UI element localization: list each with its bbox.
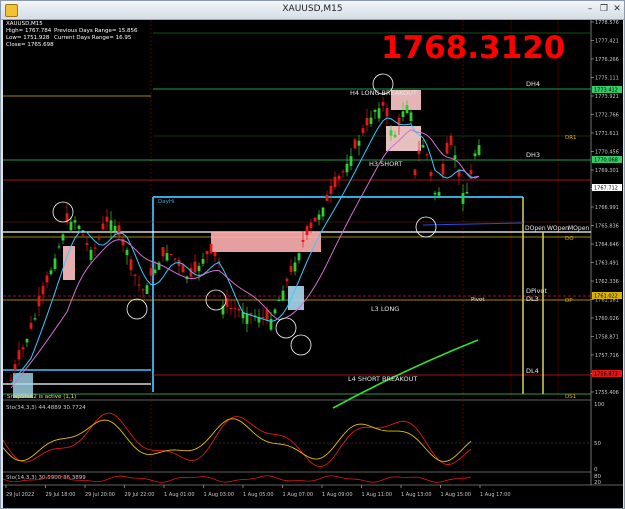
price-scale-tick: 1763.491 [595,261,619,267]
h4-label: H4 LONG BREAKOUT [350,89,417,97]
dpivot-label: DPivot [526,287,547,295]
dl3-label: DL3 [526,295,539,303]
time-axis-tick: 1 Aug 17:00 [480,492,511,498]
price-scale-tick: 1766.991 [595,205,619,211]
wopen-label: WOpen [547,225,569,232]
price-scale-tick: 1762.336 [595,279,619,285]
price-scale-tick: 1760.026 [595,316,619,322]
time-axis-tick: 29 Jul 22:00 [125,492,155,498]
price-chart[interactable]: H4 LONG BREAKOUT H3 SHORT L3 LONG L4 SHO… [3,20,623,508]
price-scale-tick: 1772.766 [595,113,619,119]
price-scale-tick: 1776.266 [595,57,619,63]
stoch2-level-20: 20 [594,480,601,486]
price-scale-tick: 1773.921 [595,94,619,100]
stoch1-level-50: 50 [594,441,601,447]
big-price-readout: 1768.3120 [381,30,565,66]
time-axis-tick: 1 Aug 15:00 [441,492,472,498]
info-prev-range: Previous Days Range= 15.856 [54,28,138,34]
window-title: XAUUSD,M15 [282,4,343,14]
time-axis-tick: 1 Aug 09:00 [322,492,353,498]
close-icon[interactable]: ✕ [611,4,623,15]
restore-icon[interactable]: ❐ [598,4,610,15]
dl4-label: DL4 [526,367,539,375]
price-scale[interactable]: 1778.576 1777.421 1776.266 1775.111 1773.921… [591,20,619,396]
pivot-label: Pivot [471,297,485,303]
time-axis-tick: 1 Aug 13:00 [401,492,432,498]
current-price-tag: 1767.712 [594,186,618,192]
price-scale-tick: 1758.871 [595,335,619,341]
dh4-price-tag: 1773.412 [594,88,618,94]
time-axis-tick: 1 Aug 03:00 [204,492,235,498]
minimize-icon[interactable]: – [584,4,596,15]
stoch1-level-100: 100 [594,402,605,408]
dh3-label: DH3 [526,151,540,159]
price-scale-tick: 1757.716 [595,353,619,359]
time-axis-tick: 29 Jul 2022 [6,492,34,498]
info-symbol: XAUUSD,M15 [6,21,43,27]
price-scale-tick: 1769.301 [595,168,619,174]
do-label: DO [565,236,574,242]
dr1-label: DR1 [565,135,577,141]
terminal-window: XAUUSD,M15 – ❐ ✕ H4 LONG BREAKOUT H3 SHO… [0,0,625,509]
stoch1-title: Sto(34,3,3) 44.4889 30.7724 [6,405,86,411]
dp-label: DP [565,298,573,304]
ds1-label: DS1 [565,394,576,400]
time-axis-tick: 1 Aug 05:00 [243,492,274,498]
info-curr-range: Current Days Range= 16.95 [54,35,132,41]
time-axis-tick: 29 Jul 20:00 [85,492,115,498]
dh3-price-tag: 1770.068 [594,158,618,164]
dh4-label: DH4 [526,80,540,88]
dopen-label: DOpen [525,225,546,232]
dayhi-label: DayHi [158,199,175,205]
time-axis-tick: 1 Aug 07:00 [283,492,314,498]
price-scale-tick: 1755.406 [595,390,619,396]
price-scale-tick: 1775.111 [595,76,619,82]
snapshot-status: SnapShot2 is active (1,1) [7,394,76,400]
l3-label: L3 LONG [371,305,399,313]
info-low: Low= 1751.928 [6,35,50,41]
time-axis-tick: 1 Aug 11:00 [362,492,393,498]
mopen-label: MOpen [568,225,589,232]
price-scale-tick: 1770.456 [595,150,619,156]
price-scale-tick: 1764.646 [595,242,619,248]
price-scale-tick: 1765.836 [595,224,619,230]
h3-label: H3 SHORT [369,160,402,168]
price-scale-tick: 1771.611 [595,131,619,137]
info-close: Close= 1765.698 [6,42,54,48]
stoch1-level-0: 0 [594,467,598,473]
dl4-price-tag: 1756.873 [594,372,618,378]
time-axis-tick: 1 Aug 01:00 [164,492,195,498]
dl3-price-tag: 1761.022 [594,294,618,300]
info-high: High= 1767.784 [6,28,52,34]
price-scale-tick: 1778.576 [595,20,619,26]
price-scale-tick: 1777.421 [595,39,619,45]
l4-label: L4 SHORT BREAKOUT [348,375,417,383]
title-bar[interactable]: XAUUSD,M15 – ❐ ✕ [1,1,624,20]
time-axis-tick: 29 Jul 18:00 [46,492,76,498]
